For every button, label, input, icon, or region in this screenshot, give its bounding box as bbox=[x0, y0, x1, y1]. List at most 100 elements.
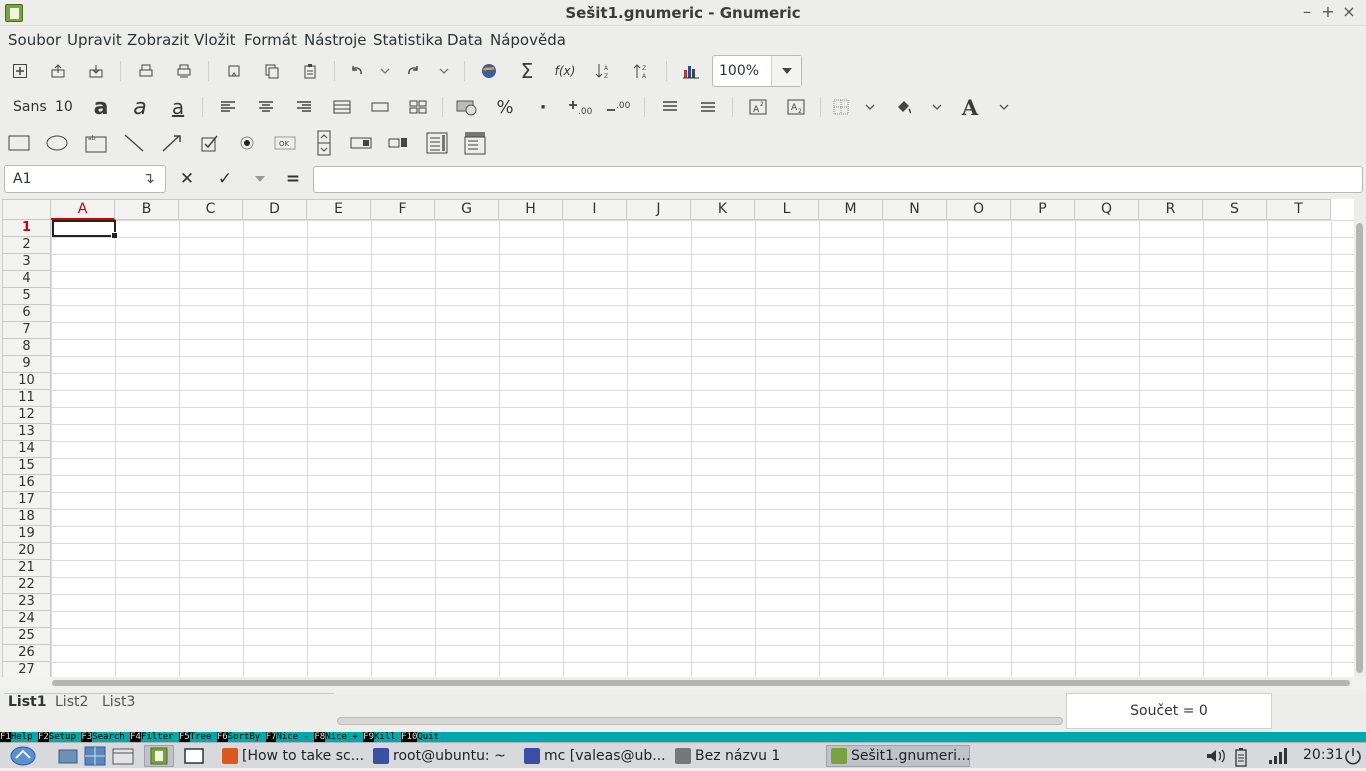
volume-icon[interactable] bbox=[1205, 747, 1227, 769]
font-color-dropdown-icon[interactable] bbox=[992, 95, 1016, 119]
gnumeric-launcher-icon[interactable] bbox=[144, 745, 174, 767]
cell-grid[interactable] bbox=[51, 220, 1354, 677]
edit-formula-button[interactable]: = bbox=[281, 167, 305, 191]
column-header[interactable]: T bbox=[1267, 199, 1331, 220]
taskbar-item-gnumeric[interactable]: Sešit1.gnumeri... bbox=[826, 745, 970, 767]
menu-tools[interactable]: Nástroje bbox=[304, 31, 367, 49]
row-header[interactable]: 14 bbox=[2, 441, 51, 458]
save-file-icon[interactable] bbox=[84, 59, 108, 83]
maximize-button[interactable]: + bbox=[1318, 2, 1338, 22]
thousands-separator-icon[interactable]: · bbox=[531, 95, 555, 119]
row-header[interactable]: 18 bbox=[2, 509, 51, 526]
column-header[interactable]: F bbox=[371, 199, 435, 220]
menu-file[interactable]: Soubor bbox=[8, 31, 61, 49]
function-icon[interactable]: f(x) bbox=[553, 59, 577, 83]
row-header[interactable]: 26 bbox=[2, 645, 51, 662]
align-right-icon[interactable] bbox=[292, 95, 316, 119]
subscript-icon[interactable]: A2 bbox=[784, 95, 808, 119]
workspace-switcher-icon[interactable] bbox=[84, 745, 106, 767]
row-header[interactable]: 11 bbox=[2, 390, 51, 407]
row-header[interactable]: 7 bbox=[2, 322, 51, 339]
column-header[interactable]: M bbox=[819, 199, 883, 220]
row-header[interactable]: 1 bbox=[2, 220, 51, 237]
column-header[interactable]: N bbox=[883, 199, 947, 220]
new-file-icon[interactable] bbox=[8, 59, 32, 83]
borders-dropdown-icon[interactable] bbox=[858, 95, 882, 119]
align-center-icon[interactable] bbox=[254, 95, 278, 119]
power-icon[interactable] bbox=[1344, 747, 1362, 769]
align-left-icon[interactable] bbox=[216, 95, 240, 119]
column-header[interactable]: A bbox=[51, 199, 115, 220]
frame-icon[interactable]: ab bbox=[84, 131, 108, 155]
horizontal-scrollbar[interactable] bbox=[52, 678, 1352, 688]
column-header[interactable]: Q bbox=[1075, 199, 1139, 220]
column-header[interactable]: H bbox=[499, 199, 563, 220]
row-header[interactable]: 4 bbox=[2, 271, 51, 288]
ok-button-widget-icon[interactable]: OK bbox=[273, 131, 297, 155]
taskbar-item-browser[interactable]: [How to take sc... bbox=[222, 745, 367, 767]
sheet-scrollbar[interactable] bbox=[337, 717, 1063, 725]
column-header[interactable]: R bbox=[1139, 199, 1203, 220]
cut-icon[interactable] bbox=[222, 59, 246, 83]
vertical-scrollbar[interactable] bbox=[1354, 199, 1366, 677]
checkbox-widget-icon[interactable] bbox=[198, 131, 222, 155]
menu-help[interactable]: Nápověda bbox=[490, 31, 566, 49]
row-header[interactable]: 23 bbox=[2, 594, 51, 611]
terminal-launcher-icon[interactable] bbox=[184, 745, 204, 767]
redo-dropdown-icon[interactable] bbox=[432, 59, 456, 83]
cancel-edit-button[interactable]: ✕ bbox=[175, 167, 199, 191]
decrease-decimals-icon[interactable]: .00 bbox=[607, 95, 631, 119]
radio-button-widget-icon[interactable] bbox=[235, 131, 259, 155]
row-header[interactable]: 27 bbox=[2, 662, 51, 677]
sort-descending-icon[interactable]: ZA bbox=[629, 59, 653, 83]
font-name[interactable]: Sans bbox=[13, 99, 47, 115]
undo-dropdown-icon[interactable] bbox=[373, 59, 397, 83]
row-header[interactable]: 10 bbox=[2, 373, 51, 390]
column-header[interactable]: P bbox=[1011, 199, 1075, 220]
row-header[interactable]: 25 bbox=[2, 628, 51, 645]
arrow-icon[interactable] bbox=[160, 131, 184, 155]
zoom-combo[interactable]: 100% bbox=[712, 55, 802, 87]
spin-button-widget-icon[interactable] bbox=[312, 130, 336, 156]
column-header[interactable]: S bbox=[1203, 199, 1267, 220]
vertical-scrollbar-thumb[interactable] bbox=[1356, 223, 1363, 673]
row-header[interactable]: 24 bbox=[2, 611, 51, 628]
row-header[interactable]: 9 bbox=[2, 356, 51, 373]
column-header[interactable]: O bbox=[947, 199, 1011, 220]
column-header[interactable]: G bbox=[435, 199, 499, 220]
menu-edit[interactable]: Upravit bbox=[67, 31, 122, 49]
row-header[interactable]: 2 bbox=[2, 237, 51, 254]
center-across-icon[interactable] bbox=[368, 95, 392, 119]
ellipse-icon[interactable] bbox=[45, 131, 69, 155]
selected-cell-cursor[interactable] bbox=[52, 220, 118, 239]
increase-indent-icon[interactable] bbox=[696, 95, 720, 119]
increase-decimals-icon[interactable]: .00 bbox=[569, 95, 593, 119]
battery-icon[interactable] bbox=[1234, 747, 1248, 771]
column-header[interactable]: K bbox=[691, 199, 755, 220]
goto-arrow-icon[interactable]: ↴ bbox=[142, 169, 155, 187]
fill-color-icon[interactable] bbox=[891, 95, 915, 119]
fill-color-dropdown-icon[interactable] bbox=[925, 95, 949, 119]
merge-cells-icon[interactable] bbox=[330, 95, 354, 119]
decrease-indent-icon[interactable] bbox=[658, 95, 682, 119]
row-header[interactable]: 13 bbox=[2, 424, 51, 441]
select-all-corner[interactable] bbox=[2, 199, 51, 220]
menu-data[interactable]: Data bbox=[447, 31, 483, 49]
taskbar-item-mc[interactable]: mc [valeas@ub... bbox=[524, 745, 669, 767]
network-signal-icon[interactable] bbox=[1268, 747, 1288, 769]
column-header[interactable]: I bbox=[563, 199, 627, 220]
menu-statistics[interactable]: Statistika bbox=[373, 31, 443, 49]
row-header[interactable]: 3 bbox=[2, 254, 51, 271]
hyperlink-icon[interactable] bbox=[477, 59, 501, 83]
formula-input[interactable] bbox=[313, 166, 1363, 193]
chart-icon[interactable] bbox=[679, 59, 703, 83]
accept-edit-button[interactable]: ✓ bbox=[213, 167, 237, 191]
row-header[interactable]: 17 bbox=[2, 492, 51, 509]
percent-format-icon[interactable]: % bbox=[493, 95, 517, 119]
list-widget-icon[interactable] bbox=[425, 131, 449, 155]
column-header[interactable]: E bbox=[307, 199, 371, 220]
row-header[interactable]: 6 bbox=[2, 305, 51, 322]
scrollbar-widget-icon[interactable] bbox=[349, 131, 373, 155]
italic-icon[interactable]: a bbox=[128, 95, 152, 120]
sum-icon[interactable]: Σ bbox=[515, 59, 539, 83]
